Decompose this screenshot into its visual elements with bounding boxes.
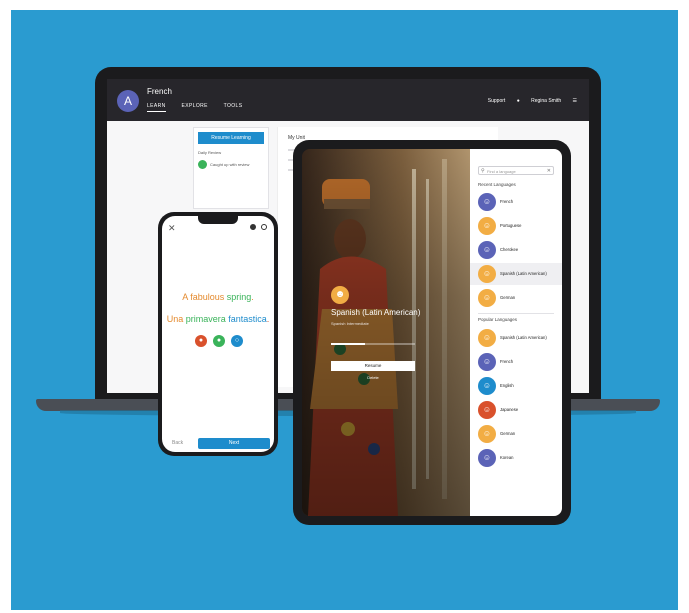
caught-up-text: Caught up with review: [210, 162, 250, 167]
compare-icon[interactable]: ○: [231, 335, 243, 347]
language-item-spanish-latin-american[interactable]: ☺ Spanish (Latin American): [470, 263, 562, 285]
current-language-level: Spanish Intermediate: [331, 321, 369, 326]
person-icon: ☺: [478, 193, 496, 211]
phone-notch: [198, 216, 238, 224]
french-sentence: Una primavera fantastica.: [166, 314, 270, 324]
language-item-korean[interactable]: ☺ Korean: [470, 447, 562, 469]
english-sentence: A fabulous spring.: [182, 292, 254, 302]
tablet-frame: ☻ Spanish (Latin American) Spanish Inter…: [293, 140, 571, 525]
popular-heading: Popular Languages: [478, 317, 518, 322]
daily-review-label: Daily Review: [198, 150, 222, 155]
resume-button[interactable]: Resume: [331, 361, 415, 371]
progress-bar: [331, 343, 415, 345]
nav-learn[interactable]: LEARN: [147, 103, 166, 112]
header-right: Support ● Regina Smith ☰: [478, 98, 577, 104]
language-item-english[interactable]: ☺ English: [470, 375, 562, 397]
nav-explore[interactable]: EXPLORE: [181, 103, 207, 109]
person-icon: ☺: [478, 241, 496, 259]
delete-link[interactable]: Delete: [331, 375, 415, 380]
course-title: French: [147, 87, 172, 96]
person-icon: ☺: [478, 217, 496, 235]
next-button[interactable]: Next: [198, 438, 270, 449]
course-avatar-icon: A: [117, 90, 139, 112]
language-item-spanish-latin-american[interactable]: ☺ Spanish (Latin American): [470, 327, 562, 349]
record-icon[interactable]: ●: [195, 335, 207, 347]
support-link[interactable]: Support: [488, 98, 506, 104]
search-placeholder: Find a language: [487, 169, 516, 174]
person-icon: ☺: [478, 265, 496, 283]
language-item-portuguese[interactable]: ☺ Portuguese: [470, 215, 562, 237]
person-icon: ☺: [478, 449, 496, 467]
person-icon: ☺: [478, 329, 496, 347]
language-panel: ⚲ Find a language ✕ Recent Languages ☺ F…: [470, 149, 562, 516]
hero-photo: [302, 149, 470, 516]
user-menu[interactable]: Regina Smith: [531, 98, 561, 104]
nav-tools[interactable]: TOOLS: [224, 103, 243, 109]
language-item-german[interactable]: ☺ German: [470, 287, 562, 309]
current-language: Spanish (Latin American): [331, 308, 421, 317]
check-icon: [198, 160, 207, 169]
person-icon: ☺: [478, 401, 496, 419]
divider: [478, 313, 554, 314]
search-icon: ⚲: [481, 168, 485, 174]
person-icon: ☺: [478, 353, 496, 371]
app-header: A French LEARN EXPLORE TOOLS Support ● R…: [107, 79, 589, 121]
phone-screen: ✕ A fabulous spring. Una primavera fanta…: [162, 216, 274, 452]
bell-icon[interactable]: ●: [517, 98, 520, 104]
person-icon: ☺: [478, 377, 496, 395]
language-item-cherokee[interactable]: ☺ Cherokee: [470, 239, 562, 261]
back-button[interactable]: Back: [172, 440, 183, 446]
play-icon[interactable]: ●: [213, 335, 225, 347]
language-search-input[interactable]: ⚲ Find a language ✕: [478, 166, 554, 175]
person-icon: ☺: [478, 289, 496, 307]
settings-icon[interactable]: [250, 224, 256, 230]
language-item-german[interactable]: ☺ German: [470, 423, 562, 445]
close-icon[interactable]: ✕: [547, 167, 551, 176]
person-icon: ☺: [478, 425, 496, 443]
tablet-screen: ☻ Spanish (Latin American) Spanish Inter…: [302, 149, 562, 516]
phone-frame: ✕ A fabulous spring. Una primavera fanta…: [158, 212, 278, 456]
menu-icon[interactable]: ☰: [573, 98, 577, 104]
language-item-french[interactable]: ☺ French: [470, 351, 562, 373]
language-avatar-icon: ☻: [331, 286, 349, 304]
main-nav: LEARN EXPLORE TOOLS: [147, 103, 256, 112]
language-item-french[interactable]: ☺ French: [470, 191, 562, 213]
language-item-japanese[interactable]: ☺ Japanese: [470, 399, 562, 421]
close-icon[interactable]: ✕: [168, 223, 176, 234]
gear-icon[interactable]: [261, 224, 267, 230]
resume-learning-button[interactable]: Resume Learning: [198, 132, 264, 144]
recent-heading: Recent Languages: [478, 182, 516, 187]
learning-card: Resume Learning Daily Review Caught up w…: [193, 127, 269, 209]
